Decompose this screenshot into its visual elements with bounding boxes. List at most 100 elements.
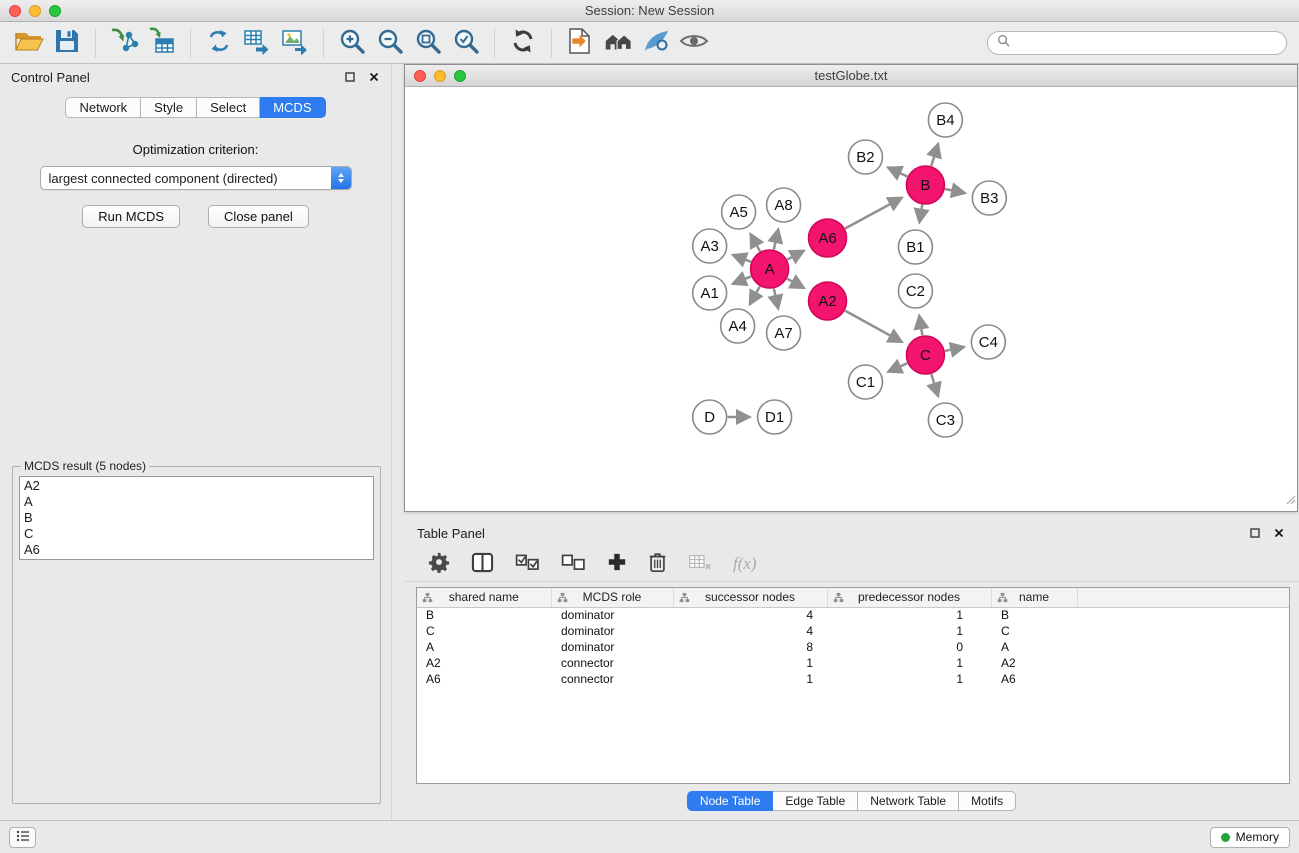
graph-node-A1[interactable]: A1 bbox=[693, 276, 727, 310]
graph-edge-A-A3[interactable] bbox=[733, 255, 751, 262]
save-session-button[interactable] bbox=[48, 25, 86, 61]
tab-node-table[interactable]: Node Table bbox=[687, 791, 774, 811]
tab-network-table[interactable]: Network Table bbox=[858, 791, 959, 811]
graph-edge-C-C4[interactable] bbox=[945, 347, 964, 351]
open-session-button[interactable] bbox=[10, 25, 48, 61]
graph-edge-B-B3[interactable] bbox=[945, 189, 965, 193]
apply-layout-button[interactable] bbox=[504, 25, 542, 61]
export-image-button[interactable] bbox=[276, 25, 314, 61]
float-panel-icon[interactable] bbox=[1249, 527, 1261, 539]
graph-node-A7[interactable]: A7 bbox=[767, 316, 801, 350]
delete-table-button[interactable] bbox=[688, 553, 712, 574]
tab-motifs[interactable]: Motifs bbox=[959, 791, 1016, 811]
graph-edge-B-B4[interactable] bbox=[931, 144, 938, 166]
select-all-button[interactable] bbox=[515, 554, 540, 574]
graph-edge-B-B1[interactable] bbox=[919, 205, 922, 223]
graph-node-C[interactable]: C bbox=[906, 336, 944, 374]
graph-node-B1[interactable]: B1 bbox=[898, 230, 932, 264]
zoom-selected-button[interactable] bbox=[447, 25, 485, 61]
graph-node-D[interactable]: D bbox=[693, 400, 727, 434]
zoom-window-button[interactable] bbox=[49, 5, 61, 17]
graph-node-B3[interactable]: B3 bbox=[972, 181, 1006, 215]
function-builder-button[interactable]: f(x) bbox=[733, 554, 757, 574]
graph-edge-A2-C[interactable] bbox=[845, 311, 902, 342]
import-table-button[interactable] bbox=[143, 25, 181, 61]
memory-button[interactable]: Memory bbox=[1210, 827, 1290, 848]
table-row[interactable]: Cdominator41C bbox=[417, 623, 1289, 639]
mcds-result-item[interactable]: B bbox=[24, 510, 369, 526]
graph-node-C2[interactable]: C2 bbox=[898, 274, 932, 308]
mcds-result-item[interactable]: C bbox=[24, 526, 369, 542]
graph-edge-A-A4[interactable] bbox=[750, 286, 760, 304]
graph-edge-C-C1[interactable] bbox=[888, 363, 907, 372]
zoom-fit-button[interactable] bbox=[409, 25, 447, 61]
float-panel-icon[interactable] bbox=[344, 71, 356, 83]
graph-node-B4[interactable]: B4 bbox=[928, 103, 962, 137]
export-network-button[interactable] bbox=[200, 25, 238, 61]
close-view-button[interactable] bbox=[414, 70, 426, 82]
run-mcds-button[interactable]: Run MCDS bbox=[82, 205, 180, 228]
show-graphics-details-button[interactable] bbox=[675, 25, 713, 61]
column-header-MCDS-role[interactable]: MCDS role bbox=[551, 588, 673, 607]
column-header-shared-name[interactable]: shared name bbox=[417, 588, 551, 607]
show-columns-button[interactable] bbox=[471, 552, 494, 576]
table-row[interactable]: A6connector11A6 bbox=[417, 671, 1289, 687]
graph-edge-C-C2[interactable] bbox=[919, 316, 922, 336]
graph-node-C3[interactable]: C3 bbox=[928, 403, 962, 437]
resize-grip-icon[interactable] bbox=[1284, 492, 1296, 510]
graph-edge-A-A2[interactable] bbox=[787, 279, 804, 288]
graph-edge-B-B2[interactable] bbox=[888, 168, 907, 177]
graph-edge-A-A8[interactable] bbox=[774, 229, 778, 249]
tab-edge-table[interactable]: Edge Table bbox=[773, 791, 858, 811]
network-canvas[interactable]: A A1 A2 A3 A4 A5 A6 A7 A8 B B1 B2 B3 B4 C C1 C2 C3 C4 D D1 bbox=[405, 87, 1297, 511]
table-mode-button[interactable] bbox=[428, 551, 450, 576]
close-panel-icon[interactable] bbox=[368, 71, 380, 83]
graph-node-C1[interactable]: C1 bbox=[849, 365, 883, 399]
deselect-all-button[interactable] bbox=[561, 554, 586, 574]
graph-node-A5[interactable]: A5 bbox=[722, 195, 756, 229]
table-row[interactable]: A2connector11A2 bbox=[417, 655, 1289, 671]
graph-node-A4[interactable]: A4 bbox=[721, 309, 755, 343]
zoom-out-button[interactable] bbox=[371, 25, 409, 61]
graph-edge-A6-B[interactable] bbox=[845, 198, 902, 229]
apply-style-button[interactable] bbox=[637, 25, 675, 61]
open-network-file-button[interactable] bbox=[561, 25, 599, 61]
table-row[interactable]: Bdominator41B bbox=[417, 607, 1289, 623]
export-table-button[interactable] bbox=[238, 25, 276, 61]
mcds-result-item[interactable]: A bbox=[24, 494, 369, 510]
tab-select[interactable]: Select bbox=[197, 97, 260, 118]
search-field[interactable] bbox=[987, 31, 1287, 55]
first-neighbors-button[interactable] bbox=[599, 25, 637, 61]
graph-node-A2[interactable]: A2 bbox=[809, 282, 847, 320]
graph-node-A[interactable]: A bbox=[751, 250, 789, 288]
graph-node-B[interactable]: B bbox=[906, 166, 944, 204]
graph-node-C4[interactable]: C4 bbox=[971, 325, 1005, 359]
graph-node-A6[interactable]: A6 bbox=[809, 219, 847, 257]
column-header-predecessor-nodes[interactable]: predecessor nodes bbox=[827, 588, 991, 607]
graph-node-A8[interactable]: A8 bbox=[767, 188, 801, 222]
panel-splitter[interactable] bbox=[391, 64, 404, 820]
search-input[interactable] bbox=[1015, 35, 1277, 50]
mcds-result-item[interactable]: A6 bbox=[24, 542, 369, 558]
mcds-result-item[interactable]: A2 bbox=[24, 478, 369, 494]
add-column-button[interactable] bbox=[607, 552, 627, 575]
graph-edge-C-C3[interactable] bbox=[931, 374, 938, 396]
zoom-view-button[interactable] bbox=[454, 70, 466, 82]
minimize-view-button[interactable] bbox=[434, 70, 446, 82]
tab-network[interactable]: Network bbox=[65, 97, 141, 118]
close-panel-button[interactable]: Close panel bbox=[208, 205, 309, 228]
graph-edge-A-A5[interactable] bbox=[751, 234, 760, 251]
import-network-button[interactable] bbox=[105, 25, 143, 61]
graph-node-B2[interactable]: B2 bbox=[849, 140, 883, 174]
graph-node-D1[interactable]: D1 bbox=[758, 400, 792, 434]
graph-edge-A-A6[interactable] bbox=[787, 251, 804, 260]
table-row[interactable]: Adominator80A bbox=[417, 639, 1289, 655]
delete-column-button[interactable] bbox=[648, 551, 667, 576]
task-history-button[interactable] bbox=[9, 827, 36, 848]
graph-node-A3[interactable]: A3 bbox=[693, 229, 727, 263]
mcds-result-list[interactable]: A2ABCA6 bbox=[19, 476, 374, 560]
column-header-name[interactable]: name bbox=[991, 588, 1077, 607]
graph-edge-A-A1[interactable] bbox=[733, 276, 751, 283]
zoom-in-button[interactable] bbox=[333, 25, 371, 61]
column-header-successor-nodes[interactable]: successor nodes bbox=[673, 588, 827, 607]
